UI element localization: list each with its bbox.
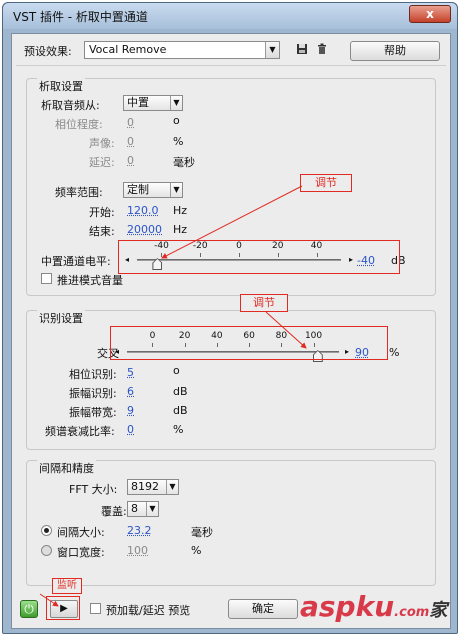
window-title: VST 插件 - 析取中置通道	[13, 10, 148, 24]
watermark-cn: 家	[429, 600, 448, 621]
close-button[interactable]: x	[409, 5, 451, 23]
watermark-brand: aspku	[300, 590, 395, 623]
annotation-arrow-3	[39, 593, 59, 607]
title-bar[interactable]: VST 插件 - 析取中置通道 x	[3, 3, 457, 29]
plugin-window: VST 插件 - 析取中置通道 x 预设效果: Vocal Remove ▼ 帮…	[2, 2, 458, 634]
watermark-logo: aspku.com家	[300, 590, 447, 623]
watermark-suffix: .com	[394, 605, 430, 620]
annotation-arrows	[39, 185, 307, 607]
plugin-client-area: 预设效果: Vocal Remove ▼ 帮助 析取设置 析取音频从: 中置 ▼…	[11, 33, 451, 629]
annotation-arrow-1	[161, 185, 303, 259]
annotation-arrow-2	[265, 311, 307, 349]
